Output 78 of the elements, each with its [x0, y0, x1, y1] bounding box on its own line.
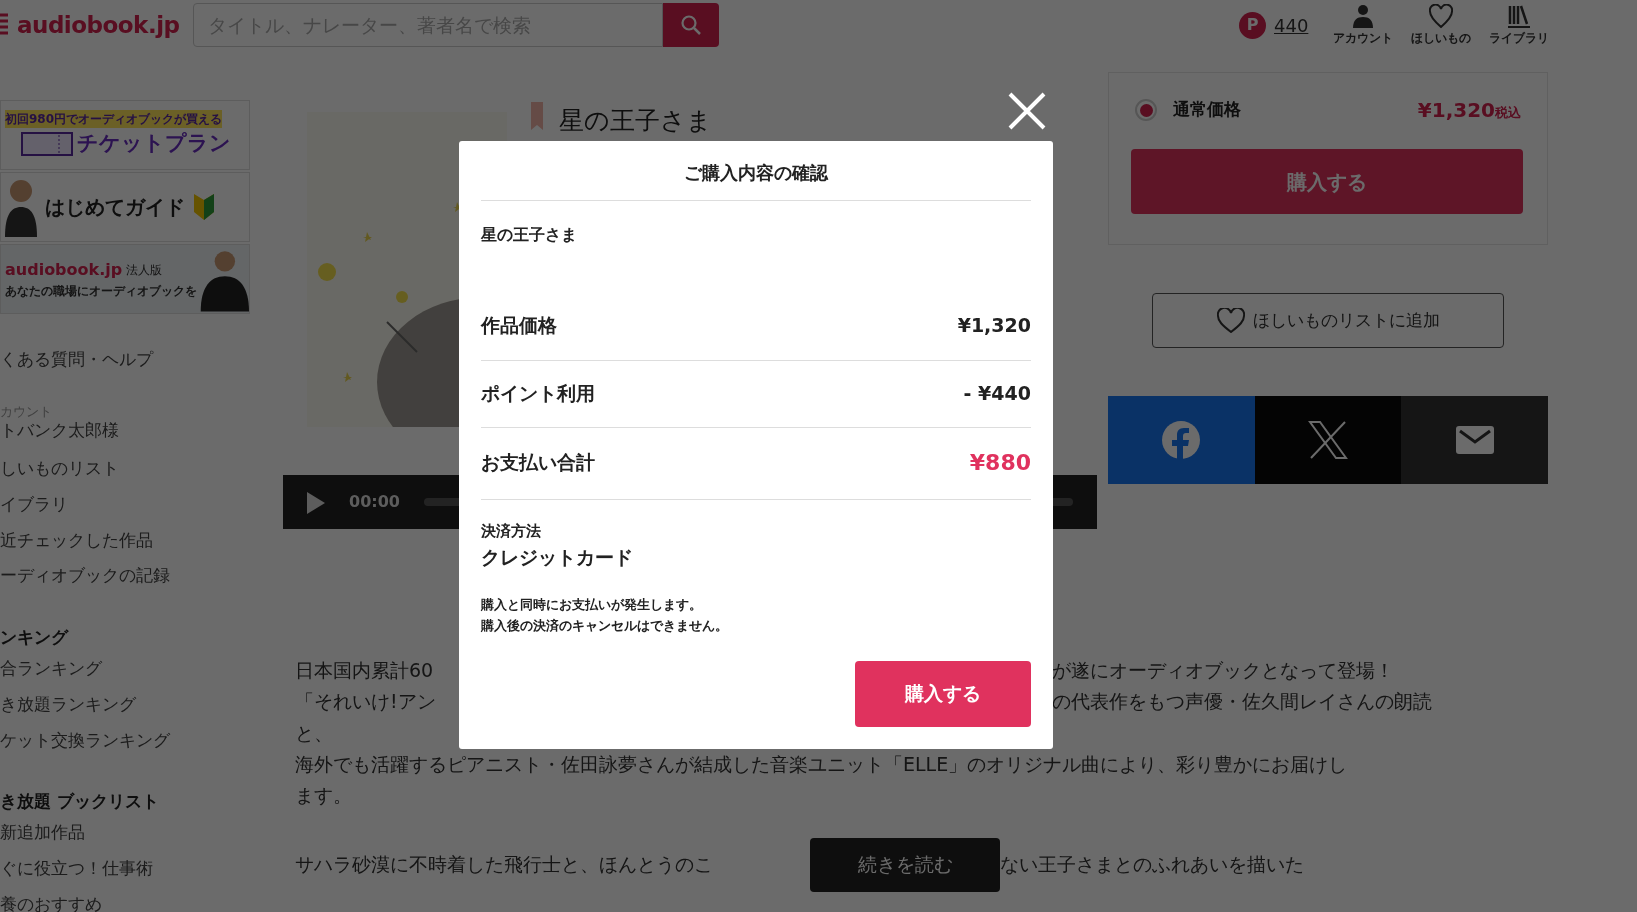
share-button[interactable] [1108, 396, 1255, 484]
description-text: と、 [295, 721, 333, 744]
price-value: ¥1,320 [957, 313, 1031, 338]
sidebar-link[interactable]: 養のおすすめ [0, 894, 250, 912]
banner-title: はじめてガイド [45, 194, 185, 221]
description-text: が遂にオーディオブックとなって登場！ [1052, 658, 1394, 683]
books-icon [1507, 3, 1532, 29]
section-heading: ンキング [0, 627, 70, 650]
logo-icon [0, 12, 9, 38]
description-text: の代表作をもつ声優・佐久間レイさんの朗読 [1052, 689, 1432, 715]
banner-tag: 法人版 [126, 261, 163, 279]
logo[interactable]: audiobook.jp [17, 7, 193, 43]
points-badge: P [1239, 11, 1266, 39]
nav-link[interactable]: ほしいもの [1410, 3, 1473, 47]
sidebar-link[interactable]: ーディオブックの記録 [0, 566, 250, 587]
leaf-icon [193, 192, 215, 222]
note-text: 購入と同時にお支払いが発生します。 [481, 596, 703, 614]
sidebar-link[interactable]: ぐに役立つ！仕事術 [0, 858, 250, 879]
search-icon [681, 15, 701, 35]
product-name: 星の王子さま [481, 224, 578, 246]
note-text: 購入後の決済のキャンセルはできません。 [481, 616, 729, 635]
sidebar-link[interactable]: 合ランキング [0, 659, 250, 679]
figure-icon [5, 177, 37, 237]
product-title: 星の王子さま [559, 105, 712, 137]
description-text: ない王子さまとのふれあいを描いた [1000, 852, 1304, 878]
total-amount: ¥880 [969, 449, 1031, 477]
purchase-button[interactable]: 購入する [855, 660, 1031, 727]
price-label: お支払い合計 [481, 450, 595, 476]
description-text: 海外でも活躍するピアニスト・佐田詠夢さんが結成した音楽ユニット「ELLE」のオリジナル曲により、彩り豊かにお届けし [295, 753, 1348, 776]
price-value: - ¥440 [963, 380, 1031, 406]
price: ¥1,320税込 [1417, 97, 1521, 124]
share-button[interactable] [1254, 396, 1402, 484]
description-text: 日本国内累計60 [295, 658, 434, 683]
modal-title: ご購入内容の確認 [481, 141, 1031, 201]
share-button[interactable] [1401, 396, 1548, 484]
nav-link[interactable]: アカウント [1332, 3, 1395, 47]
banner-subtitle: あなたの職場にオーディオブックを [5, 283, 197, 300]
sidebar-link[interactable]: しいものリスト [0, 459, 250, 479]
price-label: ポイント利用 [481, 380, 595, 406]
buy-button[interactable]: 購入する [1131, 149, 1523, 214]
price-label: 通常価格 [1173, 98, 1241, 122]
ticket-icon [21, 132, 73, 156]
read-more-button[interactable]: 続きを読む [810, 837, 1000, 892]
description-text: 「それいけ!アン [295, 689, 436, 715]
time-label: 00:00 [349, 491, 400, 513]
payment-method: クレジットカード [481, 544, 634, 570]
points-link[interactable]: 440 [1274, 11, 1309, 39]
price-label: 作品価格 [481, 313, 557, 338]
banner[interactable]: 初回980円でオーディオブックが買える チケットプラン [0, 100, 250, 170]
facebook-icon [1161, 420, 1202, 460]
search-button[interactable] [663, 3, 719, 47]
description-text: ます。 [295, 784, 352, 807]
sidebar-link[interactable]: 新追加作品 [0, 823, 250, 843]
description-text: サハラ砂漠に不時着した飛行士と、ほんとうのこ [295, 852, 713, 878]
banner[interactable]: audiobook.jp 法人版 あなたの職場にオーディオブックを [0, 244, 250, 314]
banner-title: チケットプラン [77, 130, 231, 158]
bookmark-icon [531, 102, 543, 130]
person-icon [1351, 3, 1376, 29]
account-name[interactable]: トバンク太郎様 [0, 421, 250, 442]
payment-label: 決済方法 [481, 521, 542, 542]
banner[interactable]: はじめてガイド [0, 172, 250, 242]
heart-icon [1216, 308, 1245, 333]
banner-tagline: 初回980円でオーディオブックが買える [5, 110, 223, 129]
radio-button[interactable] [1135, 99, 1157, 121]
section-heading: き放題 ブックリスト [0, 791, 160, 814]
x-logo-icon [1308, 420, 1348, 460]
sidebar-link[interactable]: ケット交換ランキング [0, 730, 250, 751]
banner-title: audiobook.jp [5, 259, 123, 281]
play-icon [307, 491, 325, 514]
heart-icon [1429, 3, 1454, 29]
sidebar-link[interactable]: き放題ランキング [0, 694, 250, 715]
play-button[interactable] [307, 490, 325, 514]
close-icon[interactable] [1008, 92, 1046, 130]
sidebar-link[interactable]: イブラリ [0, 494, 250, 515]
wishlist-button[interactable]: ほしいものリストに追加 [1152, 293, 1504, 348]
sidebar-link[interactable]: 近チェックした作品 [0, 530, 250, 551]
sidebar-link[interactable]: くある質問・ヘルプ [0, 350, 250, 370]
nav-link[interactable]: ライブラリ [1488, 3, 1551, 47]
